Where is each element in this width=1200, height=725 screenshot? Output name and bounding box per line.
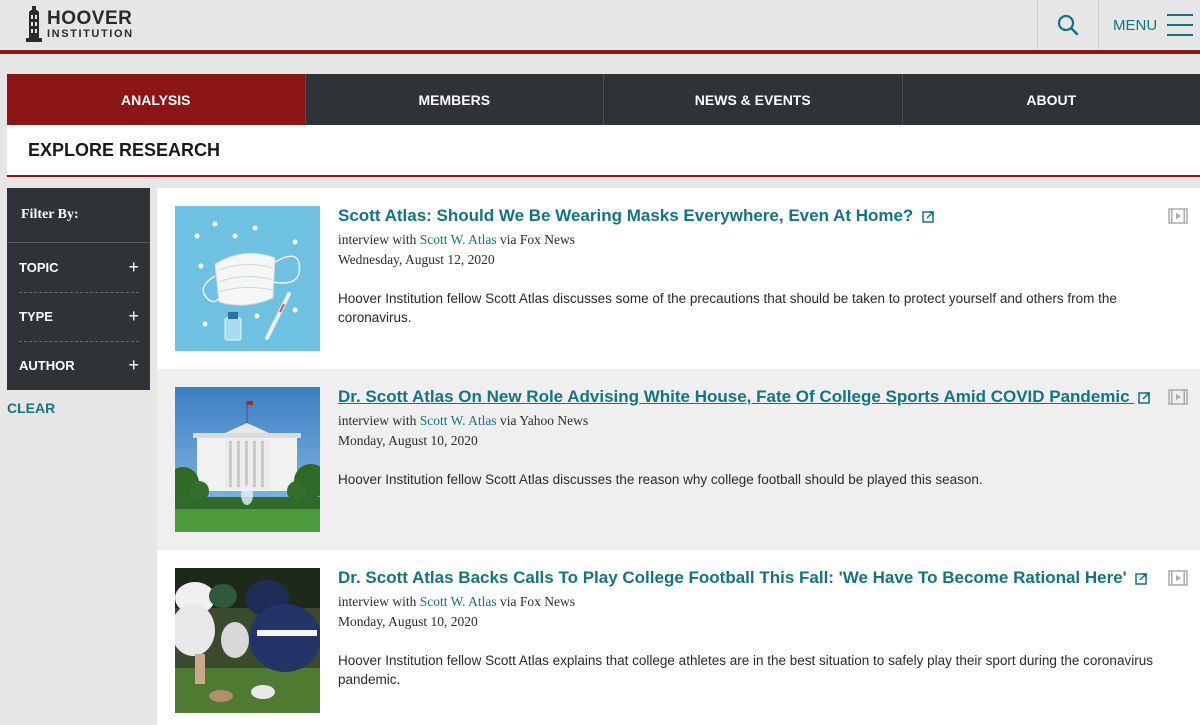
external-link-icon xyxy=(1135,573,1148,585)
result-title-text: Dr. Scott Atlas On New Role Advising Whi… xyxy=(338,387,1130,406)
external-link-icon xyxy=(1138,392,1151,404)
tab-members[interactable]: MEMBERS xyxy=(305,74,604,125)
filter-author-label: AUTHOR xyxy=(19,358,75,373)
external-link-icon xyxy=(922,211,934,223)
author-link[interactable]: Scott W. Atlas xyxy=(420,413,497,428)
result-meta: interview with Scott W. Atlas via Yahoo … xyxy=(338,413,588,429)
main-nav: ANALYSIS MEMBERS NEWS & EVENTS ABOUT xyxy=(7,74,1200,135)
meta-source: via Fox News xyxy=(500,232,575,247)
video-icon xyxy=(1168,389,1188,405)
author-link[interactable]: Scott W. Atlas xyxy=(420,594,497,609)
filter-topic-label: TOPIC xyxy=(19,260,59,275)
menu-label: MENU xyxy=(1113,16,1158,34)
meta-prefix: interview with xyxy=(338,413,417,428)
plus-icon: + xyxy=(128,257,139,277)
result-item: Scott Atlas: Should We Be Wearing Masks … xyxy=(157,188,1200,369)
result-title-link[interactable]: Dr. Scott Atlas On New Role Advising Whi… xyxy=(338,387,1151,407)
white-house-thumbnail[interactable] xyxy=(175,387,320,532)
filter-panel: Filter By: TOPIC + TYPE + AUTHOR + xyxy=(7,188,150,390)
video-icon xyxy=(1168,570,1188,586)
hoover-logo[interactable]: HOOVER INSTITUTION xyxy=(25,6,134,42)
result-description: Hoover Institution fellow Scott Atlas ex… xyxy=(338,653,1153,687)
menu-button[interactable]: MENU xyxy=(1100,0,1200,50)
meta-source: via Yahoo News xyxy=(500,413,589,428)
logo-line1: HOOVER xyxy=(47,7,133,29)
author-link[interactable]: Scott W. Atlas xyxy=(420,232,497,247)
filter-title: Filter By: xyxy=(7,188,150,243)
meta-prefix: interview with xyxy=(338,232,417,247)
result-title-link[interactable]: Dr. Scott Atlas Backs Calls To Play Coll… xyxy=(338,568,1148,588)
clear-filters-link[interactable]: CLEAR xyxy=(7,400,55,416)
logo-line2: INSTITUTION xyxy=(47,27,134,40)
section-header: EXPLORE RESEARCH xyxy=(7,125,1200,177)
page-title: EXPLORE RESEARCH xyxy=(28,140,221,160)
filter-topic[interactable]: TOPIC + xyxy=(19,243,139,292)
filter-author[interactable]: AUTHOR + xyxy=(19,341,139,390)
filter-type[interactable]: TYPE + xyxy=(19,292,139,341)
result-title-text: Scott Atlas: Should We Be Wearing Masks … xyxy=(338,206,914,225)
face-mask-thumbnail[interactable] xyxy=(175,206,320,351)
result-item: Dr. Scott Atlas Backs Calls To Play Coll… xyxy=(157,550,1200,725)
result-title-link[interactable]: Scott Atlas: Should We Be Wearing Masks … xyxy=(338,206,935,226)
plus-icon: + xyxy=(128,306,139,326)
video-icon xyxy=(1168,208,1188,224)
result-item: Dr. Scott Atlas On New Role Advising Whi… xyxy=(157,369,1200,550)
header-divider xyxy=(0,50,1200,54)
tab-news-events[interactable]: NEWS & EVENTS xyxy=(604,74,903,125)
tower-logo-icon xyxy=(26,6,42,42)
search-button[interactable] xyxy=(1037,0,1099,50)
site-header: HOOVER INSTITUTION MENU xyxy=(0,0,1200,50)
meta-prefix: interview with xyxy=(338,594,417,609)
search-icon xyxy=(1057,14,1079,36)
meta-source: via Fox News xyxy=(500,594,575,609)
result-description: Hoover Institution fellow Scott Atlas di… xyxy=(338,472,983,487)
result-description: Hoover Institution fellow Scott Atlas di… xyxy=(338,291,1117,325)
plus-icon: + xyxy=(128,355,139,375)
filter-type-label: TYPE xyxy=(19,309,53,324)
tab-analysis[interactable]: ANALYSIS xyxy=(7,74,306,135)
result-title-text: Dr. Scott Atlas Backs Calls To Play Coll… xyxy=(338,568,1127,587)
result-date: Monday, August 10, 2020 xyxy=(338,614,478,629)
result-date: Wednesday, August 12, 2020 xyxy=(338,252,495,267)
hamburger-icon xyxy=(1167,14,1194,36)
result-meta: interview with Scott W. Atlas via Fox Ne… xyxy=(338,232,575,248)
result-meta: interview with Scott W. Atlas via Fox Ne… xyxy=(338,594,575,610)
tab-about[interactable]: ABOUT xyxy=(902,74,1200,125)
football-players-thumbnail[interactable] xyxy=(175,568,320,713)
result-date: Monday, August 10, 2020 xyxy=(338,433,478,448)
